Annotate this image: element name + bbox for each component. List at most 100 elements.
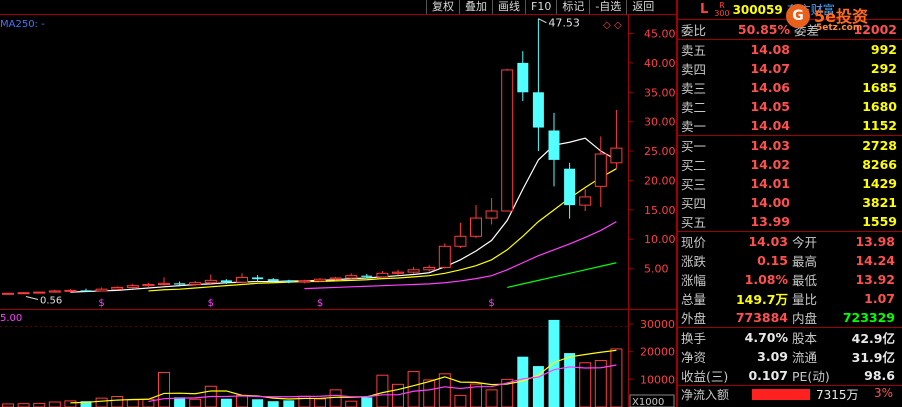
bid-row[interactable]: 买四 14.00 3821 (678, 193, 902, 212)
stat-value: 149.7万 (735, 292, 788, 307)
net-inflow-row: 净流入额 7315万 3% (678, 385, 902, 402)
fund-label: 收益(三) (681, 369, 729, 384)
candle-body (610, 147, 623, 164)
candle (548, 112, 560, 187)
stock-code: 300059 (732, 2, 783, 17)
candle-body (407, 269, 420, 273)
stat-label: 外盘 (681, 311, 707, 326)
candle (204, 274, 217, 284)
candle (517, 51, 529, 102)
remove-watchlist-button[interactable]: -自选 (589, 0, 626, 14)
volume-bar (236, 394, 248, 407)
kline-chart-area[interactable]: 5.00 10.00 15.00 20.00 25.00 30.00 35.00 40.00 4… (0, 0, 676, 407)
bid-row[interactable]: 买一 14.03 2728 (678, 136, 902, 155)
stat-value-2: 13.92 (855, 272, 895, 287)
ask-row[interactable]: 卖四 14.07 292 (678, 59, 902, 78)
net-inflow-label: 净流入额 (681, 388, 730, 402)
diamond-marker: ◇ (603, 20, 611, 31)
ma-line-ma5 (70, 137, 617, 293)
volume-bar (579, 362, 592, 407)
candle (48, 289, 61, 293)
volume-bar (485, 389, 498, 407)
volume-bar (376, 374, 389, 407)
price-tick-label: 30.00 (644, 116, 676, 129)
bid-volume: 2728 (862, 138, 897, 153)
mark-button[interactable]: 标记 (556, 0, 589, 14)
ask-price: 14.06 (750, 80, 790, 95)
candle-body (174, 283, 186, 285)
ask-row[interactable]: 卖五 14.08 992 (678, 40, 902, 59)
bid-row[interactable]: 买二 14.02 8266 (678, 155, 902, 174)
bid-label: 买一 (681, 139, 707, 154)
candle-body (48, 290, 61, 293)
stat-label: 涨幅 (681, 273, 707, 288)
volume-bar (392, 383, 404, 407)
candle-body (564, 168, 576, 206)
watermark-logo: G 5e投资 5etz.com (784, 0, 902, 36)
bid-volume: 8266 (862, 157, 897, 172)
chart-toolbar: 复权 叠加 画线 F10 标记 -自选 返回 (426, 0, 659, 14)
ask-label: 卖五 (681, 43, 707, 58)
fund-value: 3.09 (757, 349, 788, 364)
ask-row[interactable]: 卖三 14.06 1685 (678, 78, 902, 97)
volume-bar (158, 371, 170, 407)
ask-price: 14.07 (750, 61, 790, 76)
kline-chart[interactable]: 5.00 10.00 15.00 20.00 25.00 30.00 35.00 40.00 4… (0, 0, 676, 407)
draw-line-button[interactable]: 画线 (492, 0, 525, 14)
fund-row: 换手 4.70% 股本 42.9亿 (678, 328, 902, 347)
volume-bar (220, 398, 232, 407)
ask-row[interactable]: 卖一 14.04 1152 (678, 116, 902, 135)
stat-label-2: 今开 (792, 235, 818, 250)
volume-bar (454, 394, 467, 407)
volume-bar (438, 373, 451, 407)
fundamentals: 换手 4.70% 股本 42.9亿 净资 3.09 流通 31.9亿 收益(三) 0.107 P… (678, 327, 902, 385)
bid-row[interactable]: 买五 13.99 1559 (678, 212, 902, 231)
candle (252, 275, 264, 282)
bid-row[interactable]: 买三 14.01 1429 (678, 174, 902, 193)
stat-value-2: 723329 (842, 310, 895, 325)
volume-bar (423, 379, 436, 407)
volume-bar (283, 400, 295, 407)
candle (376, 270, 389, 278)
stat-label: 现价 (681, 235, 707, 250)
ask-volume: 1685 (862, 80, 897, 95)
ma250-label: MA250: - (0, 19, 45, 30)
volume-bar (48, 401, 61, 407)
overlay-button[interactable]: 叠加 (459, 0, 492, 14)
candle-body (80, 290, 92, 292)
volume-bar (126, 399, 139, 407)
ask-label: 卖一 (681, 119, 707, 134)
stat-label-2: 量比 (792, 292, 818, 307)
fund-value-2: 42.9亿 (851, 331, 895, 346)
volume-bar (610, 348, 623, 407)
stat-value: 1.08% (744, 272, 788, 287)
stat-label: 总量 (681, 292, 707, 307)
r-tag: R 300 (714, 1, 729, 18)
candle (64, 289, 77, 292)
ask-volume: 992 (870, 42, 897, 57)
candle (438, 243, 451, 269)
ask-row[interactable]: 卖二 14.05 1680 (678, 97, 902, 116)
restore-rights-button[interactable]: 复权 (426, 0, 459, 14)
candle (501, 68, 514, 212)
stat-row: 现价 14.03 今开 13.98 (678, 232, 902, 251)
candle (17, 292, 30, 295)
fund-row: 收益(三) 0.107 PE(动) 98.6 (678, 366, 902, 385)
volume-unit-label: X1000 (632, 397, 664, 407)
ma-line-ma60 (507, 262, 617, 289)
fund-label-2: PE(动) (792, 369, 830, 384)
candle-body (111, 286, 124, 290)
f10-button[interactable]: F10 (525, 0, 556, 14)
net-inflow-bar (752, 389, 810, 400)
price-tick-label: 45.00 (644, 28, 676, 41)
bid-volume: 1429 (862, 176, 897, 191)
stat-label-2: 内盘 (792, 311, 818, 326)
candle-body (2, 292, 14, 295)
candle (189, 280, 202, 286)
candle (158, 277, 170, 286)
bid-price: 14.01 (750, 176, 790, 191)
volume-tick-label: 30000 (640, 318, 675, 331)
diamond-marker: ◇ (614, 20, 622, 31)
back-button[interactable]: 返回 (626, 0, 659, 14)
candle-body (33, 291, 46, 294)
